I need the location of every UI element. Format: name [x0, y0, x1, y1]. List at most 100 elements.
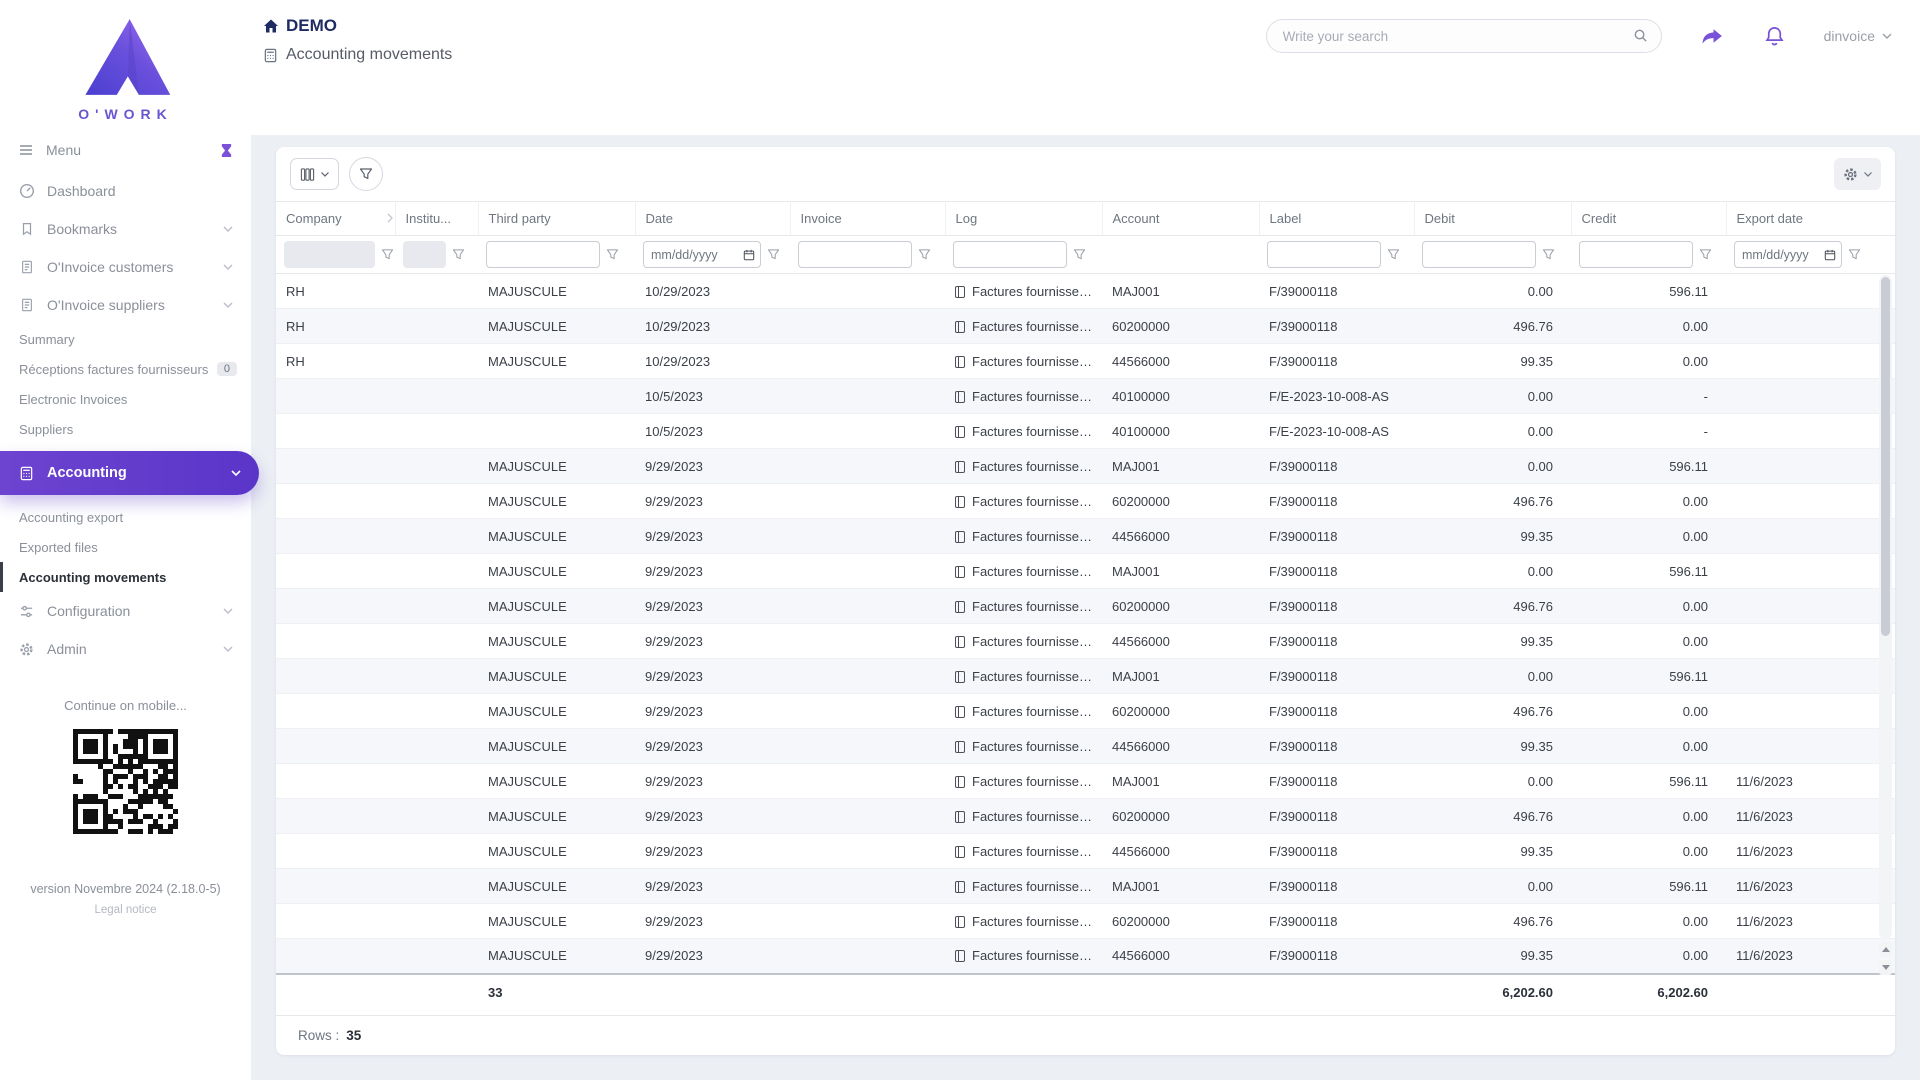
cell-institution — [395, 834, 478, 869]
credit-filter-input[interactable] — [1579, 241, 1693, 268]
column-header-invoice[interactable]: Invoice — [790, 202, 945, 236]
funnel-icon[interactable] — [767, 248, 780, 261]
sidebar-item-oinvoice-customers[interactable]: O'Invoice customers — [0, 248, 251, 286]
cell-date: 9/29/2023 — [635, 729, 790, 764]
hourglass-icon[interactable] — [220, 143, 233, 158]
table-row[interactable]: MAJUSCULE9/29/2023Factures fournisseurs4… — [276, 834, 1895, 869]
sidebar-item-oinvoice-suppliers[interactable]: O'Invoice suppliers — [0, 286, 251, 324]
table-row[interactable]: MAJUSCULE9/29/2023Factures fournisseurs4… — [276, 519, 1895, 554]
column-header-institution[interactable]: Institu... — [395, 202, 478, 236]
menu-toggle[interactable]: Menu — [0, 128, 251, 172]
invoice-icon — [18, 260, 35, 274]
table-row[interactable]: RHMAJUSCULE10/29/2023Factures fournisseu… — [276, 309, 1895, 344]
cell-date: 9/29/2023 — [635, 484, 790, 519]
search-input[interactable] — [1266, 19, 1662, 53]
sidebar-item-accounting-movements[interactable]: Accounting movements — [0, 562, 251, 592]
filter-row — [276, 236, 1895, 274]
filter-toggle-button[interactable] — [349, 157, 383, 191]
calendar-icon[interactable] — [743, 249, 755, 261]
sidebar-item-bookmarks[interactable]: Bookmarks — [0, 210, 251, 248]
cell-export_date — [1726, 624, 1895, 659]
column-header-label[interactable]: Label — [1259, 202, 1414, 236]
vertical-scrollbar[interactable] — [1879, 275, 1892, 975]
cell-log: Factures fournisseurs — [945, 309, 1102, 344]
sidebar-item-accounting-export[interactable]: Accounting export — [0, 502, 251, 532]
notifications-bell-icon[interactable] — [1763, 25, 1786, 48]
funnel-icon[interactable] — [452, 248, 465, 261]
table-row[interactable]: MAJUSCULE9/29/2023Factures fournisseurs6… — [276, 484, 1895, 519]
label-filter-input[interactable] — [1267, 241, 1381, 268]
table-row[interactable]: 10/5/2023Factures fournisseurs40100000F/… — [276, 379, 1895, 414]
column-header-company[interactable]: Company — [276, 202, 395, 236]
share-icon[interactable] — [1700, 24, 1725, 49]
sidebar-item-receptions[interactable]: Réceptions factures fournisseurs 0 — [0, 354, 251, 384]
table-row[interactable]: MAJUSCULE9/29/2023Factures fournisseurs6… — [276, 589, 1895, 624]
table-row[interactable]: MAJUSCULE9/29/2023Factures fournisseursM… — [276, 869, 1895, 904]
sidebar-item-exported-files[interactable]: Exported files — [0, 532, 251, 562]
scrollbar-track[interactable] — [1879, 275, 1892, 939]
log-filter-input[interactable] — [953, 241, 1067, 268]
owork-logo — [78, 16, 174, 98]
funnel-icon[interactable] — [1073, 248, 1086, 261]
table-row[interactable]: RHMAJUSCULE10/29/2023Factures fournisseu… — [276, 344, 1895, 379]
filter-credit — [1571, 236, 1726, 274]
sidebar-item-dashboard[interactable]: Dashboard — [0, 172, 251, 210]
cell-company — [276, 519, 395, 554]
scroll-up-button[interactable] — [1879, 942, 1892, 957]
column-header-account[interactable]: Account — [1102, 202, 1259, 236]
cell-credit: - — [1571, 379, 1726, 414]
calendar-icon[interactable] — [1824, 249, 1836, 261]
column-chooser-button[interactable] — [290, 158, 339, 190]
funnel-icon[interactable] — [381, 248, 394, 261]
cell-invoice — [790, 624, 945, 659]
sidebar-item-electronic-invoices[interactable]: Electronic Invoices — [0, 384, 251, 414]
cell-third_party: MAJUSCULE — [478, 309, 635, 344]
table-row[interactable]: MAJUSCULE9/29/2023Factures fournisseurs4… — [276, 939, 1895, 974]
scrollbar-thumb[interactable] — [1881, 277, 1890, 636]
sidebar-item-admin[interactable]: Admin — [0, 630, 251, 668]
column-header-log[interactable]: Log — [945, 202, 1102, 236]
table-row[interactable]: MAJUSCULE9/29/2023Factures fournisseurs4… — [276, 729, 1895, 764]
cell-debit: 496.76 — [1414, 694, 1571, 729]
breadcrumb-app[interactable]: DEMO — [263, 16, 452, 36]
column-header-third-party[interactable]: Third party — [478, 202, 635, 236]
cell-company: RH — [276, 274, 395, 309]
sidebar-item-suppliers[interactable]: Suppliers — [0, 414, 251, 444]
table-row[interactable]: MAJUSCULE9/29/2023Factures fournisseurs6… — [276, 694, 1895, 729]
table-row[interactable]: MAJUSCULE9/29/2023Factures fournisseursM… — [276, 554, 1895, 589]
table-row[interactable]: MAJUSCULE9/29/2023Factures fournisseurs6… — [276, 799, 1895, 834]
funnel-icon[interactable] — [1848, 248, 1861, 261]
cell-credit: 596.11 — [1571, 274, 1726, 309]
funnel-icon[interactable] — [606, 248, 619, 261]
cell-credit: 0.00 — [1571, 519, 1726, 554]
funnel-icon[interactable] — [1387, 248, 1400, 261]
search-icon[interactable] — [1633, 28, 1648, 43]
table-settings-button[interactable] — [1834, 158, 1881, 190]
table-row[interactable]: MAJUSCULE9/29/2023Factures fournisseursM… — [276, 449, 1895, 484]
sidebar-item-configuration[interactable]: Configuration — [0, 592, 251, 630]
third-party-filter-input[interactable] — [486, 241, 600, 268]
funnel-icon[interactable] — [918, 248, 931, 261]
column-header-export-date[interactable]: Export date — [1726, 202, 1895, 236]
table-row[interactable]: 10/5/2023Factures fournisseurs40100000F/… — [276, 414, 1895, 449]
brand[interactable]: O'WORK — [0, 0, 251, 128]
column-header-debit[interactable]: Debit — [1414, 202, 1571, 236]
table-row[interactable]: MAJUSCULE9/29/2023Factures fournisseurs6… — [276, 904, 1895, 939]
table-row[interactable]: MAJUSCULE9/29/2023Factures fournisseurs4… — [276, 624, 1895, 659]
column-header-credit[interactable]: Credit — [1571, 202, 1726, 236]
table-row[interactable]: MAJUSCULE9/29/2023Factures fournisseursM… — [276, 659, 1895, 694]
column-header-date[interactable]: Date — [635, 202, 790, 236]
table-row[interactable]: MAJUSCULE9/29/2023Factures fournisseursM… — [276, 764, 1895, 799]
sidebar-item-accounting[interactable]: Accounting — [0, 451, 259, 495]
funnel-icon[interactable] — [1699, 248, 1712, 261]
sidebar-item-summary[interactable]: Summary — [0, 324, 251, 354]
scroll-down-button[interactable] — [1879, 960, 1892, 975]
legal-notice-link[interactable]: Legal notice — [94, 904, 156, 916]
invoice-filter-input[interactable] — [798, 241, 912, 268]
table-row[interactable]: RHMAJUSCULE10/29/2023Factures fournisseu… — [276, 274, 1895, 309]
cell-log: Factures fournisseurs — [945, 729, 1102, 764]
cell-institution — [395, 414, 478, 449]
funnel-icon[interactable] — [1542, 248, 1555, 261]
user-menu[interactable]: dinvoice — [1824, 28, 1892, 44]
debit-filter-input[interactable] — [1422, 241, 1536, 268]
